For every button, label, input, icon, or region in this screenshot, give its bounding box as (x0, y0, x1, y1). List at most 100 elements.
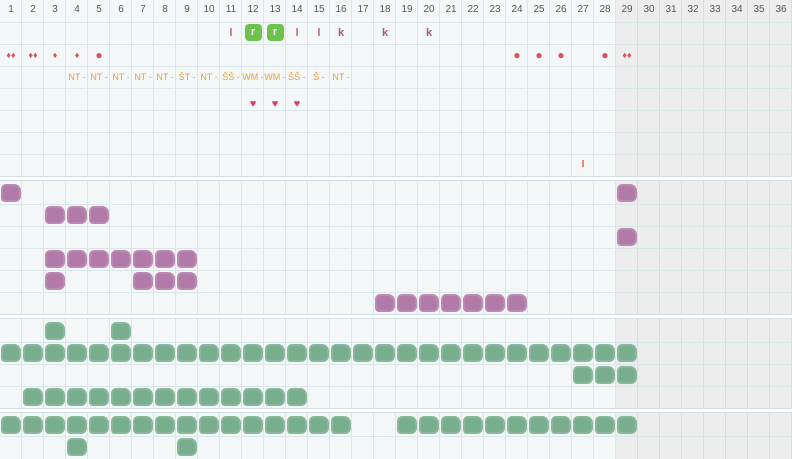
green-entry-marker[interactable] (111, 388, 131, 406)
day-symbol-code[interactable]: WM - (242, 66, 264, 88)
green-entry-marker[interactable] (441, 416, 461, 434)
green-entry-marker[interactable] (177, 388, 197, 406)
day-symbol-letter[interactable]: l (286, 22, 308, 44)
green-entry-marker[interactable] (265, 344, 285, 362)
green-entry-marker[interactable] (67, 416, 87, 434)
day-symbol-dot[interactable]: ● (550, 44, 572, 66)
day-symbol-green-box[interactable]: r (264, 22, 286, 44)
green-entry-marker[interactable] (617, 344, 637, 362)
green-entry-marker[interactable] (397, 344, 417, 362)
green-entry-marker[interactable] (551, 344, 571, 362)
green-entry-marker[interactable] (67, 438, 87, 456)
purple-entry-marker[interactable] (463, 294, 483, 312)
purple-entry-marker[interactable] (485, 294, 505, 312)
green-entry-marker[interactable] (45, 388, 65, 406)
green-entry-marker[interactable] (573, 366, 593, 384)
green-entry-marker[interactable] (89, 416, 109, 434)
green-entry-marker[interactable] (463, 416, 483, 434)
day-symbol-dot[interactable]: ● (88, 44, 110, 66)
green-entry-marker[interactable] (111, 344, 131, 362)
green-entry-marker[interactable] (67, 344, 87, 362)
green-entry-marker[interactable] (243, 344, 263, 362)
purple-entry-marker[interactable] (177, 250, 197, 268)
purple-entry-marker[interactable] (89, 206, 109, 224)
day-symbol-code[interactable]: Š - (308, 66, 330, 88)
green-entry-marker[interactable] (23, 344, 43, 362)
green-entry-marker[interactable] (529, 344, 549, 362)
green-entry-marker[interactable] (45, 344, 65, 362)
green-entry-marker[interactable] (155, 344, 175, 362)
green-entry-marker[interactable] (177, 344, 197, 362)
green-entry-marker[interactable] (287, 344, 307, 362)
green-entry-marker[interactable] (89, 344, 109, 362)
green-entry-marker[interactable] (243, 388, 263, 406)
purple-entry-marker[interactable] (177, 272, 197, 290)
green-entry-marker[interactable] (155, 416, 175, 434)
green-entry-marker[interactable] (397, 416, 417, 434)
green-entry-marker[interactable] (617, 416, 637, 434)
day-symbol-code[interactable]: WM - (264, 66, 286, 88)
purple-entry-marker[interactable] (1, 184, 21, 202)
green-entry-marker[interactable] (617, 366, 637, 384)
day-symbol-code[interactable]: NT - (154, 66, 176, 88)
green-entry-marker[interactable] (287, 388, 307, 406)
purple-entry-marker[interactable] (133, 250, 153, 268)
day-symbol-dot[interactable]: ● (528, 44, 550, 66)
green-entry-marker[interactable] (111, 322, 131, 340)
green-entry-marker[interactable] (573, 344, 593, 362)
green-entry-marker[interactable] (375, 344, 395, 362)
green-entry-marker[interactable] (507, 416, 527, 434)
day-symbol-heart[interactable]: ♥ (242, 93, 264, 115)
day-symbol-green-box[interactable]: r (242, 22, 264, 44)
purple-entry-marker[interactable] (419, 294, 439, 312)
green-entry-marker[interactable] (89, 388, 109, 406)
day-symbol-code[interactable]: NT - (330, 66, 352, 88)
day-symbol-code[interactable]: ŠŠ - (220, 66, 242, 88)
green-entry-marker[interactable] (45, 416, 65, 434)
green-entry-marker[interactable] (331, 344, 351, 362)
day-symbol-heart[interactable]: ♥ (286, 93, 308, 115)
green-entry-marker[interactable] (23, 388, 43, 406)
purple-entry-marker[interactable] (155, 250, 175, 268)
green-entry-marker[interactable] (331, 416, 351, 434)
purple-entry-marker[interactable] (111, 250, 131, 268)
green-entry-marker[interactable] (485, 416, 505, 434)
green-entry-marker[interactable] (287, 416, 307, 434)
day-symbol-code[interactable]: ŠŠ - (286, 66, 308, 88)
green-entry-marker[interactable] (133, 344, 153, 362)
green-entry-marker[interactable] (551, 416, 571, 434)
purple-entry-marker[interactable] (441, 294, 461, 312)
day-symbol-letter[interactable]: k (418, 22, 440, 44)
green-entry-marker[interactable] (177, 438, 197, 456)
green-entry-marker[interactable] (441, 344, 461, 362)
green-entry-marker[interactable] (573, 416, 593, 434)
purple-entry-marker[interactable] (155, 272, 175, 290)
green-entry-marker[interactable] (243, 416, 263, 434)
green-entry-marker[interactable] (111, 416, 131, 434)
green-entry-marker[interactable] (419, 344, 439, 362)
day-symbol-tick[interactable]: I (572, 154, 594, 176)
day-symbol-drop[interactable]: ♦ (66, 44, 88, 66)
green-entry-marker[interactable] (595, 366, 615, 384)
green-entry-marker[interactable] (485, 344, 505, 362)
day-symbol-letter[interactable]: l (308, 22, 330, 44)
purple-entry-marker[interactable] (67, 250, 87, 268)
purple-entry-marker[interactable] (45, 250, 65, 268)
day-symbol-letter[interactable]: l (220, 22, 242, 44)
green-entry-marker[interactable] (1, 344, 21, 362)
day-symbol-code[interactable]: NT - (88, 66, 110, 88)
day-symbol-dot[interactable]: ● (594, 44, 616, 66)
green-entry-marker[interactable] (309, 344, 329, 362)
green-entry-marker[interactable] (23, 416, 43, 434)
purple-entry-marker[interactable] (375, 294, 395, 312)
purple-entry-marker[interactable] (617, 184, 637, 202)
green-entry-marker[interactable] (199, 388, 219, 406)
day-symbol-code[interactable]: NT - (110, 66, 132, 88)
day-symbol-code[interactable]: NT - (66, 66, 88, 88)
day-symbol-drop[interactable]: ♦♦ (616, 44, 638, 66)
green-entry-marker[interactable] (595, 344, 615, 362)
purple-entry-marker[interactable] (617, 228, 637, 246)
green-entry-marker[interactable] (199, 416, 219, 434)
green-entry-marker[interactable] (1, 416, 21, 434)
green-entry-marker[interactable] (265, 388, 285, 406)
